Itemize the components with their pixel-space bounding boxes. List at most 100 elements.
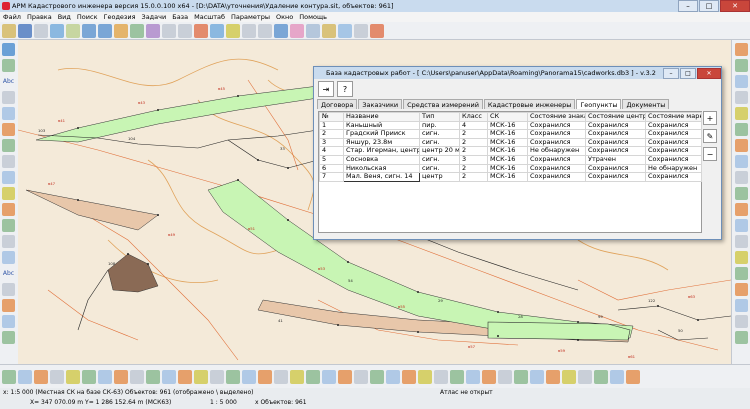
- rectangle-tool-icon[interactable]: [82, 369, 96, 384]
- vector-icon[interactable]: [546, 369, 560, 384]
- search-icon[interactable]: [146, 23, 160, 38]
- contour-icon[interactable]: [498, 369, 512, 384]
- raster-icon[interactable]: [530, 369, 544, 384]
- table-row-selected[interactable]: 7 Мал. Веня, сигн. 14 центр 2 МСК-16 Сохранил…: [319, 172, 702, 182]
- layer-off-icon[interactable]: [735, 59, 748, 72]
- symbol-icon[interactable]: [306, 369, 320, 384]
- open-folder-icon[interactable]: [2, 23, 16, 38]
- line-tool-icon[interactable]: [34, 369, 48, 384]
- properties-icon[interactable]: [735, 251, 748, 264]
- col-cs[interactable]: СК: [487, 112, 528, 122]
- dialog-minimize-button[interactable]: –: [663, 67, 679, 79]
- tab-instruments[interactable]: Средства измерений: [403, 99, 483, 109]
- tree-icon[interactable]: [735, 235, 748, 248]
- refresh-icon[interactable]: [274, 23, 288, 38]
- trim-icon[interactable]: [2, 315, 15, 328]
- sheet-icon[interactable]: [735, 139, 748, 152]
- help-icon[interactable]: [370, 23, 384, 38]
- col-name[interactable]: Название: [343, 112, 420, 122]
- merge-icon[interactable]: [2, 187, 15, 200]
- area-icon[interactable]: [402, 369, 416, 384]
- survey-icon[interactable]: [354, 369, 368, 384]
- panel-icon[interactable]: [735, 299, 748, 312]
- node-icon[interactable]: [2, 59, 15, 72]
- tin-icon[interactable]: [514, 369, 528, 384]
- simplify-icon[interactable]: [258, 369, 272, 384]
- undo-icon[interactable]: [242, 23, 256, 38]
- point-tool-icon[interactable]: [18, 369, 32, 384]
- menu-help[interactable]: Помощь: [296, 13, 330, 21]
- traverse-icon[interactable]: [338, 369, 352, 384]
- menu-file[interactable]: Файл: [0, 13, 24, 21]
- edit-button[interactable]: ✎: [703, 129, 717, 143]
- cut-icon[interactable]: [2, 171, 15, 184]
- tab-engineers[interactable]: Кадастровые инженеры: [483, 99, 576, 109]
- snap-icon[interactable]: [2, 283, 15, 296]
- extend-icon[interactable]: [2, 331, 15, 344]
- check-icon[interactable]: [594, 369, 608, 384]
- overview-icon[interactable]: [735, 123, 748, 136]
- boundary-icon[interactable]: [370, 369, 384, 384]
- point-icon[interactable]: [2, 123, 15, 136]
- elevation-icon[interactable]: [482, 369, 496, 384]
- col-number[interactable]: №: [319, 112, 344, 122]
- circle-tool-icon[interactable]: [66, 369, 80, 384]
- plus-icon[interactable]: [2, 369, 16, 384]
- map-icon[interactable]: [50, 23, 64, 38]
- style-icon[interactable]: [735, 283, 748, 296]
- import-icon[interactable]: [735, 187, 748, 200]
- layer-on-icon[interactable]: [735, 43, 748, 56]
- split-icon[interactable]: [146, 369, 160, 384]
- smooth-icon[interactable]: [274, 369, 288, 384]
- scale-icon[interactable]: [2, 251, 15, 264]
- tab-geopoints[interactable]: Геопункты: [576, 99, 622, 109]
- menu-geodesy[interactable]: Геодезия: [101, 13, 139, 21]
- table-row[interactable]: 4 Стар. Игерман, центр центр 20 м 2 МСК-16 Не…: [319, 146, 702, 156]
- zoom-out-icon[interactable]: [98, 23, 112, 38]
- tab-customers[interactable]: Заказчики: [358, 99, 403, 109]
- calc-icon[interactable]: [578, 369, 592, 384]
- mirror-icon[interactable]: [2, 235, 15, 248]
- close-button[interactable]: ✕: [720, 0, 750, 12]
- arc-tool-icon[interactable]: [50, 369, 64, 384]
- menu-window[interactable]: Окно: [273, 13, 296, 21]
- table-row[interactable]: 3 Яншур, 23.8м сигн. 2 МСК-16 Сохранился Сохра…: [319, 137, 702, 148]
- menu-scale[interactable]: Масштаб: [191, 13, 228, 21]
- exit-icon[interactable]: ⇥: [318, 81, 334, 97]
- lock-icon[interactable]: [735, 267, 748, 280]
- delete-icon[interactable]: [2, 203, 15, 216]
- table-icon[interactable]: [306, 23, 320, 38]
- tab-contracts[interactable]: Договора: [317, 99, 358, 109]
- menu-parameters[interactable]: Параметры: [228, 13, 273, 21]
- table-row[interactable]: 2 Градский Прииск сигн. 2 МСК-16 Сохранился Со…: [319, 129, 702, 139]
- join-icon[interactable]: [162, 369, 176, 384]
- zoom-in-icon[interactable]: [82, 23, 96, 38]
- filter-icon[interactable]: [735, 91, 748, 104]
- maximize-button[interactable]: □: [699, 0, 719, 12]
- template-icon[interactable]: [562, 369, 576, 384]
- menu-view[interactable]: Вид: [55, 13, 74, 21]
- offset-icon[interactable]: [2, 299, 15, 312]
- graph-icon[interactable]: [735, 219, 748, 232]
- buffer-icon[interactable]: [194, 369, 208, 384]
- union-icon[interactable]: [226, 369, 240, 384]
- table-row[interactable]: 6 Никольская сигн. 2 МСК-16 Сохранился Сохрани…: [319, 163, 702, 174]
- redo-icon[interactable]: [258, 23, 272, 38]
- measure-icon[interactable]: [226, 23, 240, 38]
- menu-search[interactable]: Поиск: [74, 13, 101, 21]
- intersect-icon[interactable]: [178, 369, 192, 384]
- angle-icon[interactable]: [466, 369, 480, 384]
- dialog-maximize-button[interactable]: □: [680, 67, 696, 79]
- binoculars-next-icon[interactable]: [178, 23, 192, 38]
- parcel-icon[interactable]: [386, 369, 400, 384]
- difference-icon[interactable]: [242, 369, 256, 384]
- wizard-icon[interactable]: [610, 369, 624, 384]
- menu-tasks[interactable]: Задачи: [139, 13, 170, 21]
- remove-button[interactable]: −: [703, 147, 717, 161]
- distance-icon[interactable]: [450, 369, 464, 384]
- expand-icon[interactable]: [735, 315, 748, 328]
- color-wheel-icon[interactable]: [290, 23, 304, 38]
- col-sign-state[interactable]: Состояние знака: [527, 112, 586, 122]
- polygon-icon[interactable]: [2, 107, 15, 120]
- rotate-icon[interactable]: [2, 155, 15, 168]
